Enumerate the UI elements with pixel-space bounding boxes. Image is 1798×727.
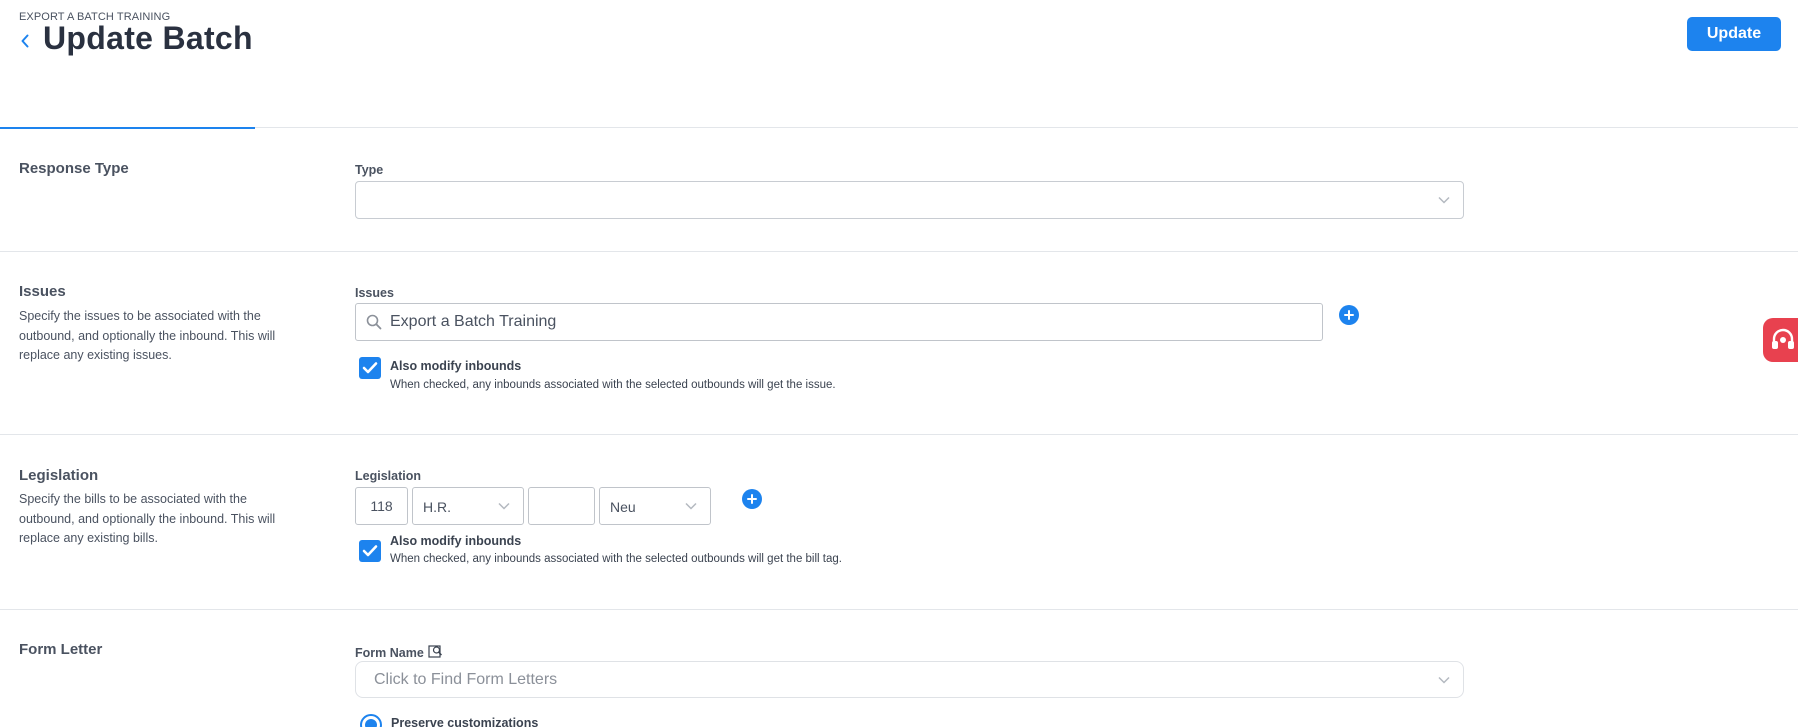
congress-input[interactable]: 118	[355, 487, 408, 525]
section-divider	[0, 609, 1798, 610]
legislation-label: Legislation	[355, 469, 421, 483]
add-issue-button[interactable]	[1339, 305, 1359, 325]
form-name-label: Form Name	[355, 644, 443, 660]
issues-description: Specify the issues to be associated with…	[19, 309, 276, 362]
tab-divider	[0, 127, 1798, 128]
bill-type-value: H.R.	[423, 499, 451, 515]
issues-search-value: Export a Batch Training	[390, 313, 557, 330]
legislation-also-modify-help: When checked, any inbounds associated wi…	[390, 553, 842, 565]
legislation-description: Specify the bills to be associated with …	[19, 492, 276, 545]
page-header: EXPORT A BATCH TRAINING Update Batch Upd…	[0, 0, 1798, 128]
chevron-down-icon	[685, 502, 697, 510]
type-label: Type	[355, 163, 384, 177]
stance-value: Neu	[610, 499, 636, 515]
page-title: Update Batch	[43, 20, 253, 56]
plus-icon	[1344, 310, 1354, 320]
active-tab-indicator	[0, 127, 255, 129]
radio-selected-dot	[365, 719, 377, 727]
search-form-icon[interactable]	[428, 644, 443, 659]
response-type-title: Response Type	[19, 160, 129, 177]
issues-label: Issues	[355, 286, 394, 300]
add-bill-button[interactable]	[742, 489, 762, 509]
headset-support-icon	[1772, 328, 1794, 349]
issues-search-input[interactable]: Export a Batch Training	[355, 303, 1323, 341]
form-name-label-text: Form Name	[355, 646, 424, 660]
issues-also-modify-help: When checked, any inbounds associated wi…	[390, 379, 836, 391]
checkmark-icon	[362, 362, 378, 374]
preserve-customizations-label[interactable]: Preserve customizations	[391, 716, 538, 727]
legislation-also-modify-label[interactable]: Also modify inbounds	[390, 534, 521, 548]
form-letter-title: Form Letter	[19, 641, 103, 658]
back-chevron-icon[interactable]	[17, 29, 33, 53]
search-icon	[366, 314, 382, 330]
form-name-select[interactable]: Click to Find Form Letters	[355, 661, 1464, 698]
bill-type-select[interactable]: H.R.	[412, 487, 524, 525]
chevron-down-icon	[1438, 196, 1450, 204]
chevron-down-icon	[1438, 676, 1450, 684]
update-button[interactable]: Update	[1687, 17, 1781, 51]
section-divider	[0, 251, 1798, 252]
form-name-placeholder: Click to Find Form Letters	[374, 671, 558, 688]
plus-icon	[747, 494, 757, 504]
stance-select[interactable]: Neu	[599, 487, 711, 525]
issues-title: Issues	[19, 283, 66, 300]
congress-value: 118	[370, 498, 393, 514]
bill-number-input[interactable]	[528, 487, 595, 525]
support-side-tab[interactable]	[1763, 318, 1798, 362]
legislation-title: Legislation	[19, 467, 99, 484]
issues-also-modify-label[interactable]: Also modify inbounds	[390, 359, 521, 373]
chevron-down-icon	[498, 502, 510, 510]
issues-also-modify-checkbox[interactable]	[359, 357, 381, 379]
preserve-customizations-radio[interactable]	[360, 714, 382, 727]
section-divider	[0, 434, 1798, 435]
legislation-also-modify-checkbox[interactable]	[359, 540, 381, 562]
type-select[interactable]	[355, 181, 1464, 219]
checkmark-icon	[362, 545, 378, 557]
